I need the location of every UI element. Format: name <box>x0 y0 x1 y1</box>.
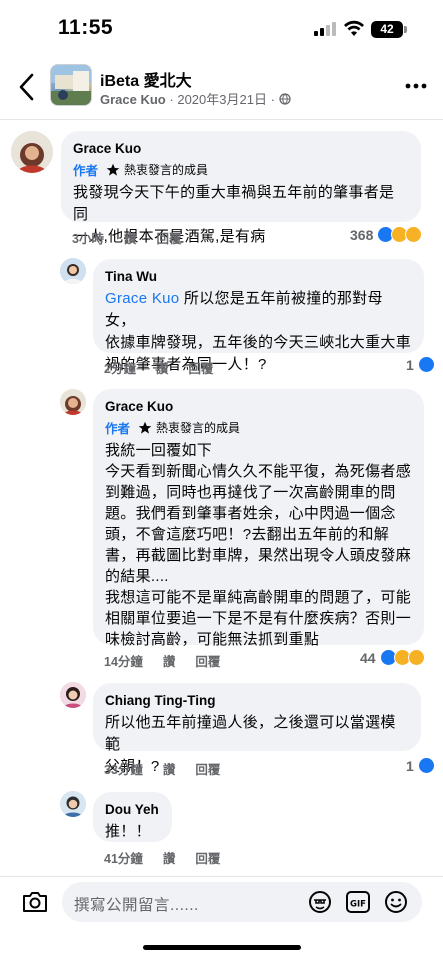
avatar-grace-kuo[interactable] <box>60 389 86 415</box>
comment-text: 我統一回覆如下 今天看到新聞心情久久不能平復，為死傷者感 到難過，同時也再撻伐了… <box>105 442 412 648</box>
comment-time[interactable]: 3小時 <box>72 228 104 247</box>
wifi-icon <box>344 20 364 36</box>
avatar-tina-wu[interactable] <box>60 258 86 284</box>
star-badge-icon <box>106 163 120 176</box>
group-avatar[interactable] <box>50 64 92 106</box>
avatar-grace-kuo[interactable] <box>11 131 53 173</box>
svg-text:GIF: GIF <box>350 900 366 910</box>
more-dots-icon <box>405 83 427 89</box>
commenter-name[interactable]: Dou Yeh <box>105 800 160 819</box>
like-button[interactable]: 讚 <box>163 848 176 867</box>
home-indicator[interactable] <box>143 945 301 950</box>
reply-bubble: Dou Yeh 推！！ <box>93 792 172 842</box>
reaction-count: 368 <box>350 226 374 243</box>
sticker-icon[interactable] <box>307 889 333 915</box>
mention-link[interactable]: Grace Kuo <box>105 290 179 307</box>
like-reaction-icon <box>417 757 435 774</box>
reply-button[interactable]: 回覆 <box>156 228 181 247</box>
commenter-badges: 作者 熱衷發言的成員 <box>73 160 409 179</box>
like-reaction-icon <box>417 356 435 373</box>
comment-actions: 2分鐘 讚 回覆 <box>104 358 213 377</box>
commenter-name[interactable]: Tina Wu <box>105 267 412 286</box>
reply-button[interactable]: 回覆 <box>195 759 220 778</box>
member-badge: 熱衷發言的成員 <box>138 419 240 436</box>
commenter-badges: 作者 熱衷發言的成員 <box>105 418 412 437</box>
avatar-chiang-ting-ting[interactable] <box>60 682 86 708</box>
reaction-count: 1 <box>406 757 414 774</box>
meta-separator-2: · <box>270 92 275 107</box>
chevron-left-icon <box>19 73 34 101</box>
reply-bubble: Chiang Ting-Ting 所以他五年前撞過人後，之後還可以當選模範 父親… <box>93 683 421 775</box>
member-badge-label: 熱衷發言的成員 <box>124 163 209 177</box>
globe-icon <box>278 93 291 105</box>
battery-icon: 42 <box>371 21 403 38</box>
reaction-count: 44 <box>360 649 376 666</box>
comment-time[interactable]: 41分鐘 <box>104 848 143 867</box>
avatar-dou-yeh[interactable] <box>60 791 86 817</box>
comment-actions: 41分鐘 讚 回覆 <box>104 848 220 867</box>
comment-actions: 3小時 讚 回覆 <box>72 228 181 247</box>
reaction-count: 1 <box>406 356 414 373</box>
commenter-name[interactable]: Grace Kuo <box>73 139 409 158</box>
comment-text: 推！！ <box>105 823 151 840</box>
like-button[interactable]: 讚 <box>156 358 169 377</box>
author-badge: 作者 <box>105 422 131 436</box>
like-button[interactable]: 讚 <box>124 228 137 247</box>
clock: 11:55 <box>58 16 114 39</box>
reply-bubble: Grace Kuo 作者 熱衷發言的成員 我統一回覆如下 今天看到新聞心情久久不… <box>93 389 424 648</box>
post-date[interactable]: 2020年3月21日 <box>177 92 267 107</box>
member-badge-label: 熱衷發言的成員 <box>156 421 241 435</box>
commenter-name[interactable]: Grace Kuo <box>105 397 412 416</box>
member-badge: 熱衷發言的成員 <box>106 161 208 178</box>
comment-time[interactable]: 14分鐘 <box>104 651 143 670</box>
sad-reaction-icon <box>407 649 425 666</box>
author-badge: 作者 <box>73 164 99 178</box>
comment-input[interactable]: 撰寫公開留言...... GIF <box>62 882 422 922</box>
status-bar: 11:55 42 <box>0 0 443 58</box>
reply-button[interactable]: 回覆 <box>195 848 220 867</box>
back-button[interactable] <box>12 70 40 104</box>
like-button[interactable]: 讚 <box>163 651 176 670</box>
post-meta: Grace Kuo · 2020年3月21日 · <box>100 89 291 108</box>
signal-icon <box>314 22 338 36</box>
reaction-summary[interactable]: 44 <box>360 649 425 666</box>
comment-actions: 33分鐘 讚 回覆 <box>104 759 220 778</box>
like-button[interactable]: 讚 <box>163 759 176 778</box>
group-name[interactable]: iBeta 愛北大 <box>100 67 192 91</box>
commenter-name[interactable]: Chiang Ting-Ting <box>105 691 409 710</box>
more-button[interactable] <box>398 68 434 104</box>
post-author[interactable]: Grace Kuo <box>100 92 166 107</box>
comment-actions: 14分鐘 讚 回覆 <box>104 651 220 670</box>
reply-button[interactable]: 回覆 <box>188 358 213 377</box>
battery-tip <box>404 26 407 33</box>
reaction-summary[interactable]: 1 <box>406 356 435 373</box>
post-header: iBeta 愛北大 Grace Kuo · 2020年3月21日 · <box>0 58 443 120</box>
comment-time[interactable]: 33分鐘 <box>104 759 143 778</box>
star-badge-icon <box>138 421 152 434</box>
emoji-icon[interactable] <box>383 889 409 915</box>
reply-button[interactable]: 回覆 <box>195 651 220 670</box>
comment-bubble: Grace Kuo 作者 熱衷發言的成員 我發現今天下午的重大車禍與五年前的肇事… <box>61 131 421 245</box>
camera-icon[interactable] <box>20 887 50 917</box>
comment-time[interactable]: 2分鐘 <box>104 358 136 377</box>
reply-bubble: Tina Wu Grace Kuo 所以您是五年前被撞的那對母女， 依據車牌發現… <box>93 259 424 373</box>
comment-input-placeholder: 撰寫公開留言...... <box>74 897 199 914</box>
sad-reaction-icon <box>405 226 423 243</box>
meta-separator: · <box>169 92 174 107</box>
reaction-summary[interactable]: 1 <box>406 757 435 774</box>
gif-icon[interactable]: GIF <box>345 889 371 915</box>
reaction-summary[interactable]: 368 <box>350 226 423 243</box>
